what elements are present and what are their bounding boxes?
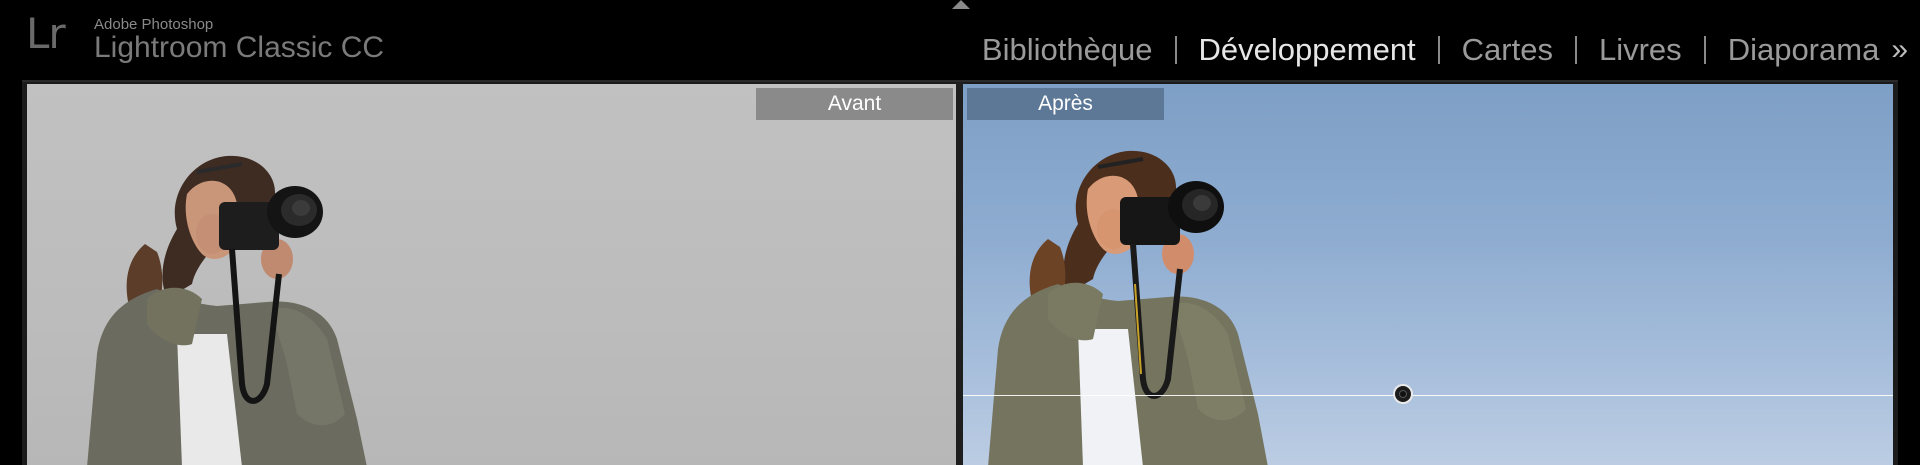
more-modules-icon[interactable]: » [1887,30,1908,70]
after-photo [988,150,1268,465]
module-map[interactable]: Cartes [1440,30,1575,70]
top-panel: Lr Adobe Photoshop Lightroom Classic CC … [0,0,1920,80]
after-label: Après [967,88,1164,120]
identity-plate: Adobe Photoshop Lightroom Classic CC [94,16,384,63]
module-book[interactable]: Livres [1577,30,1704,70]
before-after-view: Avant Après [22,80,1898,465]
lightroom-window: Lr Adobe Photoshop Lightroom Classic CC … [0,0,1920,465]
after-image-panel[interactable]: Après [963,84,1893,465]
module-develop[interactable]: Développement [1177,30,1438,70]
app-name: Lightroom Classic CC [94,31,385,64]
graduated-filter-pin-icon[interactable] [1393,384,1413,404]
panel-divider [956,82,963,465]
module-slideshow[interactable]: Diaporama [1706,30,1902,70]
collapse-top-panel-icon[interactable] [952,0,970,9]
lightroom-logo: Lr [26,9,66,58]
module-library[interactable]: Bibliothèque [960,30,1175,70]
before-label: Avant [756,88,953,120]
before-image-panel[interactable]: Avant [27,84,956,465]
graduated-filter-line[interactable] [963,395,1893,396]
before-photo [87,155,367,465]
module-picker: Bibliothèque Développement Cartes Livres… [960,28,1908,72]
